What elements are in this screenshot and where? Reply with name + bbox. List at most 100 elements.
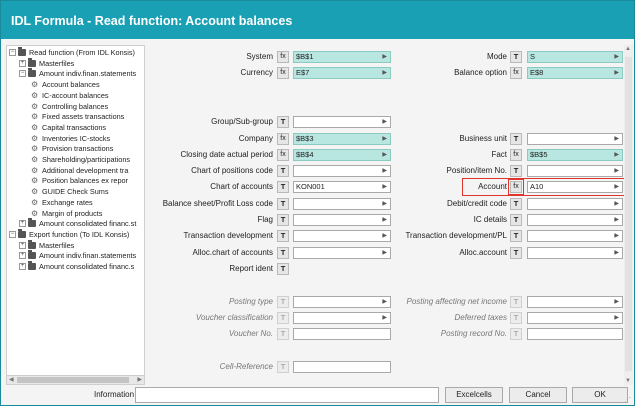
text-mode-button[interactable]: T: [277, 116, 289, 129]
ok-button[interactable]: OK: [572, 387, 628, 403]
text-mode-button[interactable]: T: [277, 360, 289, 373]
value-field[interactable]: E$8 ▶: [527, 67, 623, 80]
dropdown-arrow-icon[interactable]: ▶: [382, 117, 387, 127]
text-mode-button[interactable]: T: [277, 181, 289, 194]
text-mode-button[interactable]: T: [510, 246, 522, 259]
formula-button[interactable]: fx: [510, 148, 522, 161]
expand-icon[interactable]: +: [19, 59, 26, 67]
collapse-icon[interactable]: −: [19, 70, 26, 78]
tree-item[interactable]: + Masterfiles: [19, 57, 144, 69]
formula-button[interactable]: fx: [277, 51, 289, 63]
text-mode-button[interactable]: T: [510, 51, 522, 63]
text-mode-button[interactable]: T: [277, 328, 289, 341]
dropdown-arrow-icon[interactable]: ▶: [614, 134, 619, 144]
dropdown-arrow-icon[interactable]: ▶: [614, 52, 619, 62]
text-mode-button[interactable]: T: [277, 246, 289, 259]
text-mode-button[interactable]: T: [277, 295, 289, 308]
tree-item[interactable]: ⚙ Inventories IC-stocks: [29, 134, 144, 144]
value-field[interactable]: ▶: [527, 311, 623, 324]
scroll-down-icon[interactable]: ▼: [625, 378, 631, 384]
tree-item[interactable]: ⚙ IC-account balances: [29, 91, 144, 101]
text-mode-button[interactable]: T: [510, 230, 522, 243]
formula-button[interactable]: fx: [510, 67, 522, 80]
formula-button[interactable]: fx: [277, 132, 289, 145]
text-mode-button[interactable]: T: [510, 328, 522, 341]
expand-icon[interactable]: +: [19, 263, 26, 270]
value-field[interactable]: [293, 360, 391, 373]
tree-item[interactable]: ⚙ Position balances ex repor: [29, 176, 144, 186]
tree-item[interactable]: ⚙ GUIDE Check Sums: [29, 187, 144, 197]
text-mode-button[interactable]: T: [510, 165, 522, 178]
tree-item[interactable]: ⚙ Margin of products: [29, 209, 144, 219]
value-field[interactable]: S ▶: [527, 51, 623, 63]
formula-button[interactable]: fx: [277, 148, 289, 161]
tree-item[interactable]: − Export function (To IDL Konsis): [9, 228, 144, 240]
text-mode-button[interactable]: T: [277, 165, 289, 178]
text-mode-button[interactable]: T: [510, 214, 522, 226]
title-bar[interactable]: IDL Formula - Read function: Account bal…: [1, 1, 634, 39]
expand-icon[interactable]: +: [19, 252, 26, 260]
resize-grip-icon[interactable]: ⋰: [624, 396, 631, 404]
value-field[interactable]: ▶: [527, 230, 623, 243]
tree-item[interactable]: + Amount indiv.finan.statements: [19, 250, 144, 261]
text-mode-button[interactable]: T: [510, 311, 522, 324]
tree-item[interactable]: ⚙ Shareholding/participations: [29, 155, 144, 165]
excelcells-button[interactable]: Excelcells: [445, 387, 503, 403]
value-field[interactable]: ▶: [527, 214, 623, 226]
scrollbar-thumb[interactable]: [625, 57, 632, 371]
tree-item[interactable]: + Amount consolidated financ.st: [19, 218, 144, 229]
value-field[interactable]: $B$5 ▶: [527, 148, 623, 161]
tree-item[interactable]: + Masterfiles: [19, 239, 144, 251]
dropdown-arrow-icon[interactable]: ▶: [614, 313, 619, 323]
tree-horizontal-scrollbar[interactable]: ◀ ▶: [7, 375, 144, 384]
tree-item[interactable]: + Amount consolidated financ.s: [19, 261, 144, 272]
scroll-left-icon[interactable]: ◀: [9, 376, 14, 384]
text-mode-button[interactable]: T: [277, 197, 289, 210]
text-mode-button[interactable]: T: [277, 214, 289, 226]
collapse-icon[interactable]: −: [9, 49, 16, 56]
value-field[interactable]: ▶: [527, 246, 623, 259]
text-mode-button[interactable]: T: [277, 230, 289, 243]
tree-item[interactable]: − Read function (From IDL Konsis): [9, 47, 144, 58]
dropdown-arrow-icon[interactable]: ▶: [614, 150, 619, 160]
tree-item[interactable]: ⚙ Capital transactions: [29, 123, 144, 133]
value-field[interactable]: ▶: [527, 132, 623, 145]
formula-button[interactable]: fx: [277, 67, 289, 80]
function-tree[interactable]: + Amount consolidated financ.s + Amount ind…: [6, 45, 145, 385]
tree-item[interactable]: ⚙ Additional development tra: [29, 166, 144, 176]
tree-item[interactable]: ⚙ Fixed assets transactions: [29, 112, 144, 122]
expand-icon[interactable]: +: [19, 241, 26, 249]
dropdown-arrow-icon[interactable]: ▶: [614, 199, 619, 209]
tree-item[interactable]: ⚙ Provision transactions: [29, 144, 144, 154]
text-mode-button[interactable]: T: [277, 311, 289, 324]
tree-item[interactable]: − Amount indiv.finan.statements: [19, 68, 144, 79]
dropdown-arrow-icon[interactable]: ▶: [614, 215, 619, 225]
cancel-button[interactable]: Cancel: [509, 387, 567, 403]
text-mode-button[interactable]: T: [510, 295, 522, 308]
tree-item[interactable]: ⚙ Account balances: [29, 80, 144, 90]
scrollbar-thumb[interactable]: [17, 377, 129, 383]
text-mode-button[interactable]: T: [510, 132, 522, 145]
value-field[interactable]: ▶: [527, 295, 623, 308]
text-mode-button[interactable]: T: [510, 197, 522, 210]
tree-item[interactable]: ⚙ Exchange rates: [29, 198, 144, 208]
value-field[interactable]: [527, 328, 623, 341]
bottom-bar: Information Excelcells Cancel OK ⋰: [1, 385, 634, 406]
text-mode-button[interactable]: T: [277, 262, 289, 275]
dropdown-arrow-icon[interactable]: ▶: [614, 248, 619, 258]
scroll-up-icon[interactable]: ▲: [625, 46, 631, 52]
information-field[interactable]: [135, 387, 439, 403]
expand-icon[interactable]: +: [19, 220, 26, 228]
dropdown-arrow-icon[interactable]: ▶: [614, 231, 619, 241]
dropdown-arrow-icon[interactable]: ▶: [614, 166, 619, 176]
scroll-right-icon[interactable]: ▶: [137, 376, 142, 384]
collapse-icon[interactable]: −: [9, 230, 16, 238]
value-field[interactable]: ▶: [293, 116, 391, 129]
tree-item[interactable]: ⚙ Controlling balances: [29, 102, 144, 112]
form-vertical-scrollbar[interactable]: ▲ ▼: [624, 45, 633, 385]
dropdown-arrow-icon[interactable]: ▶: [614, 297, 619, 307]
value-field[interactable]: ▶: [527, 197, 623, 210]
value-field[interactable]: ▶: [527, 165, 623, 178]
dialog-window: IDL Formula - Read function: Account bal…: [0, 0, 635, 406]
dropdown-arrow-icon[interactable]: ▶: [614, 68, 619, 78]
